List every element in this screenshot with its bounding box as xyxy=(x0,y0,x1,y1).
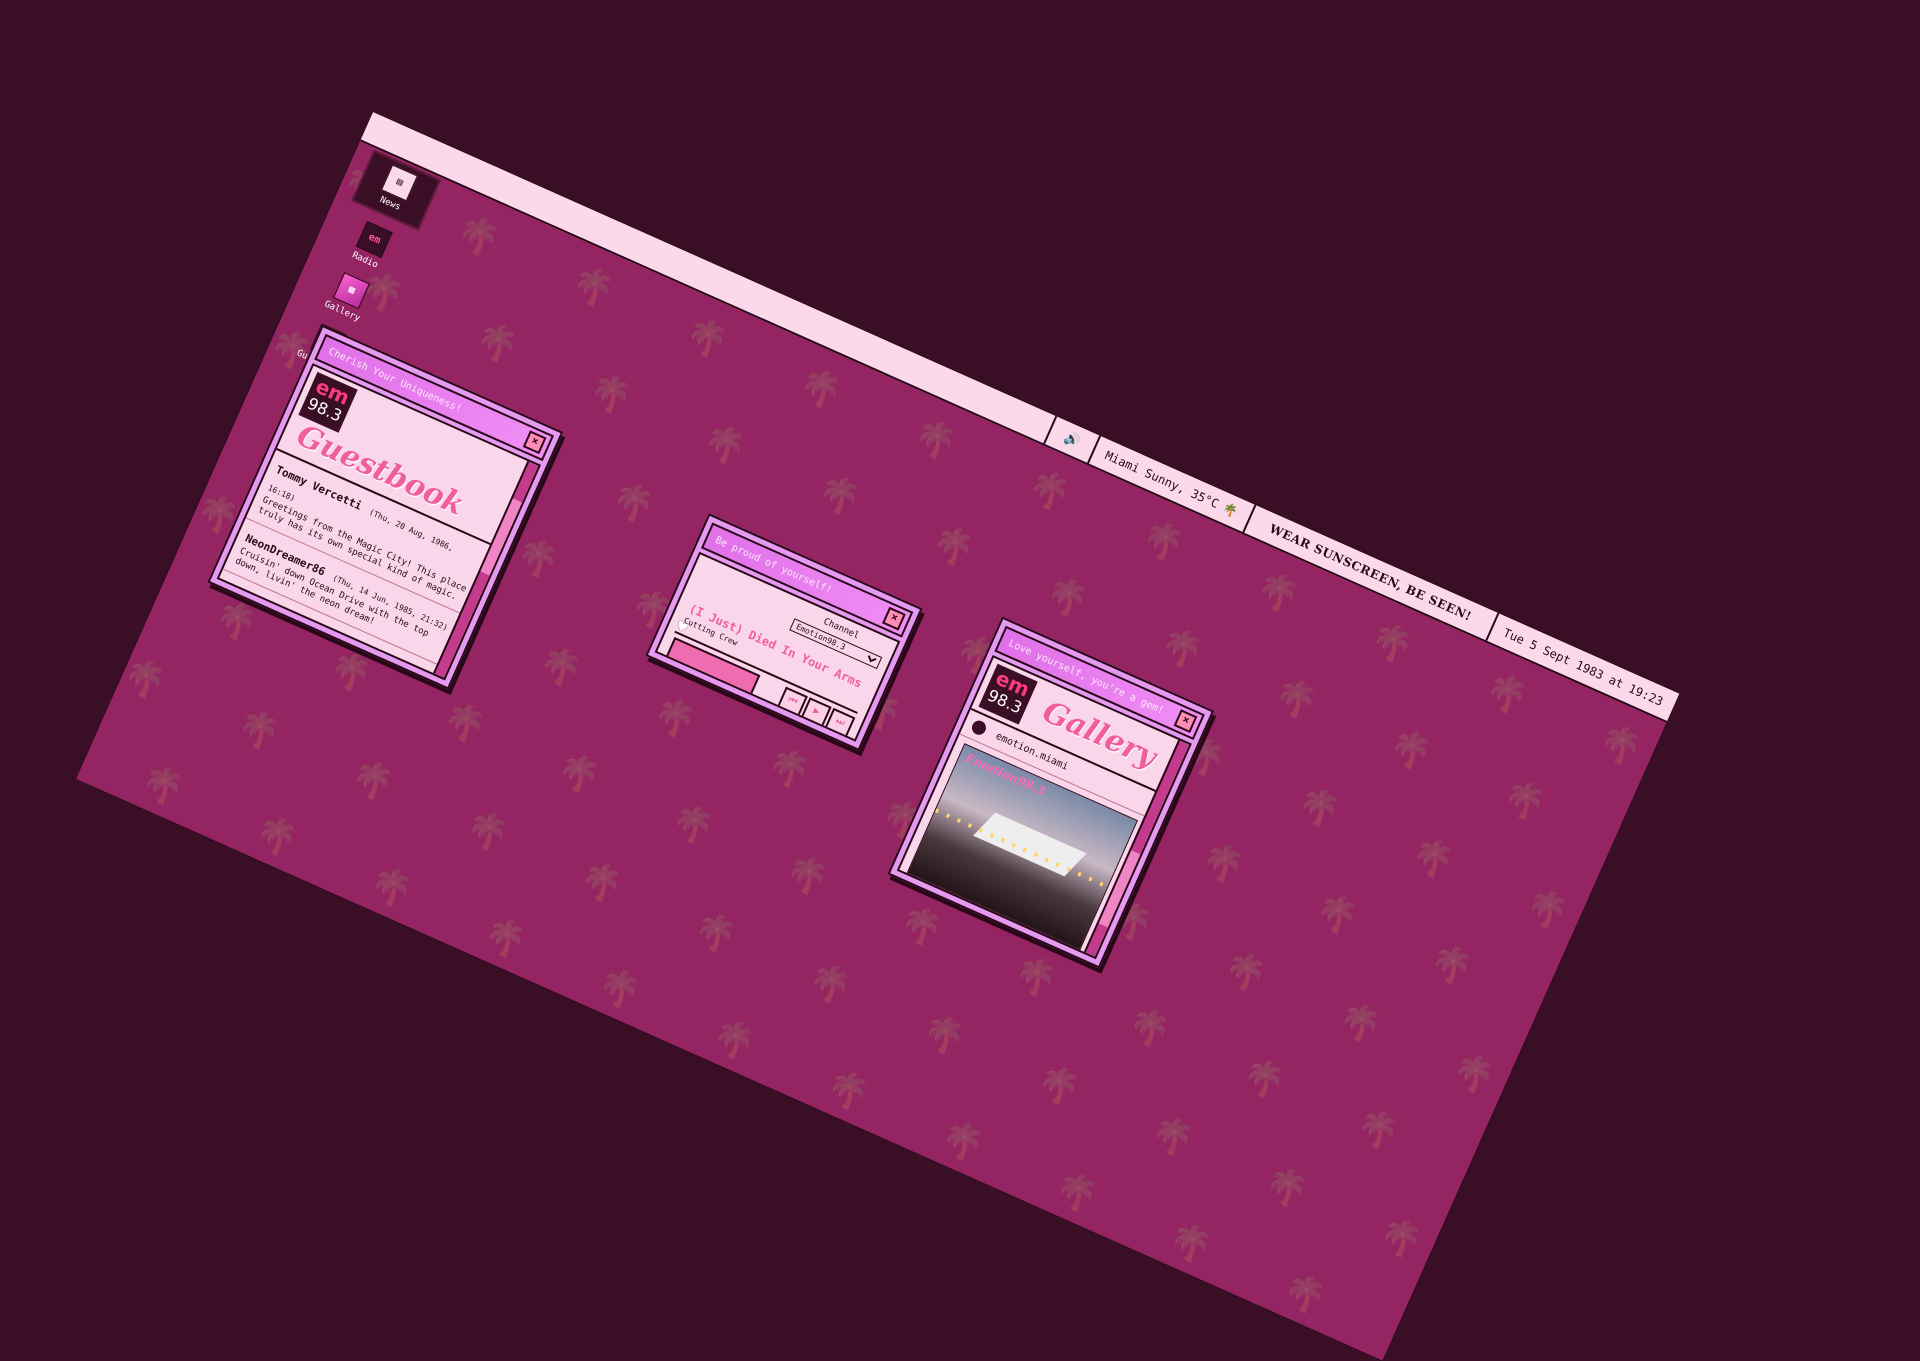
volume-bar[interactable] xyxy=(665,637,761,696)
palm-pattern-icon: 🌴 xyxy=(1135,513,1191,568)
weather-widget: Miami Sunny, 35°C 🌴 xyxy=(1086,435,1255,532)
palm-pattern-icon: 🌴 xyxy=(436,694,492,749)
palm-pattern-icon: 🌴 xyxy=(811,467,867,522)
palm-pattern-icon: 🌴 xyxy=(1592,716,1648,771)
palm-pattern-icon: 🌴 xyxy=(1519,881,1575,936)
palm-pattern-icon: 🌴 xyxy=(134,757,190,812)
palm-pattern-icon: 🌴 xyxy=(678,310,734,364)
palm-pattern-icon: 🌴 xyxy=(468,315,524,369)
palm-pattern-icon: 🌴 xyxy=(509,530,565,585)
palm-pattern-icon: 🌴 xyxy=(1217,944,1273,998)
palm-pattern-icon: 🌴 xyxy=(1039,569,1095,624)
palm-pattern-icon: 🌴 xyxy=(1249,564,1305,619)
palm-pattern-icon: 🌴 xyxy=(532,639,588,693)
close-icon[interactable]: × xyxy=(522,430,547,455)
emotion-logo: em 98.3 xyxy=(978,663,1038,725)
palm-pattern-icon: 🌴 xyxy=(605,474,661,529)
palm-pattern-icon: 🌴 xyxy=(1276,1266,1332,1320)
palm-pattern-icon: 🌴 xyxy=(1268,671,1324,725)
palm-pattern-icon: 🌴 xyxy=(1496,772,1552,827)
palm-pattern-icon: 🌴 xyxy=(1121,999,1177,1054)
palm-pattern-icon: 🌴 xyxy=(249,808,305,863)
radio-window[interactable]: Be proud of yourself! × Channel Emotion9… xyxy=(645,513,923,751)
radio-logo-icon: em xyxy=(355,221,393,259)
photo-lights xyxy=(934,808,1109,889)
palm-pattern-icon: 🌴 xyxy=(1162,1215,1218,1269)
palm-pattern-icon: 🌴 xyxy=(1144,1108,1200,1163)
desktop-icon-gallery[interactable]: ▦ Gallery xyxy=(308,264,389,331)
weather-text: Miami Sunny, 35°C xyxy=(1102,448,1221,512)
palm-pattern-icon: 🌴 xyxy=(1030,1057,1086,1112)
close-icon[interactable]: × xyxy=(882,606,906,631)
palm-pattern-icon: 🌴 xyxy=(925,518,981,573)
palm-pattern-icon: 🌴 xyxy=(820,1062,876,1117)
palm-pattern-icon: 🌴 xyxy=(1372,1210,1428,1265)
close-icon[interactable]: × xyxy=(1173,709,1198,734)
palm-pattern-icon: 🌴 xyxy=(459,803,515,858)
palm-pattern-icon: 🌴 xyxy=(1290,779,1346,834)
palm-pattern-icon: 🌴 xyxy=(345,752,401,807)
palm-pattern-icon: 🌴 xyxy=(450,208,506,263)
palm-pattern-icon: 🌴 xyxy=(1258,1159,1314,1214)
desktop-icon-radio[interactable]: em Radio xyxy=(331,213,412,280)
palm-pattern-icon: 🌴 xyxy=(1478,666,1534,720)
palm-pattern-icon: 🌴 xyxy=(1610,823,1666,878)
palm-pattern-icon: 🌴 xyxy=(363,859,419,914)
palm-pattern-icon: 🌴 xyxy=(697,416,753,471)
palm-pattern-icon: 🌴 xyxy=(550,745,606,800)
newspaper-icon: ▤ xyxy=(380,164,418,202)
slogan: WEAR SUNSCREEN, BE SEEN! xyxy=(1242,504,1498,640)
palm-pattern-icon: 🌴 xyxy=(573,854,629,909)
palm-pattern-icon: 🌴 xyxy=(1446,1045,1502,1100)
palm-pattern-icon: 🌴 xyxy=(907,411,963,466)
palm-pattern-icon: 🌴 xyxy=(1153,620,1209,674)
palm-pattern-icon: 🌴 xyxy=(760,740,816,795)
palm-pattern-icon: 🌴 xyxy=(646,689,702,744)
palm-pattern-icon: 🌴 xyxy=(1021,462,1077,517)
palm-pattern-icon: 🌴 xyxy=(564,259,620,314)
palm-pattern-icon: 🌴 xyxy=(705,1011,761,1066)
palm-pattern-icon: 🌴 xyxy=(1048,1164,1104,1219)
palm-pattern-icon: 🌴 xyxy=(1391,1316,1447,1361)
palm-pattern-icon: 🌴 xyxy=(1309,886,1365,941)
palm-pattern-icon: 🌴 xyxy=(1537,988,1593,1042)
palm-pattern-icon: 🌴 xyxy=(801,956,857,1010)
avatar xyxy=(969,718,989,737)
palm-pattern-icon: 🌴 xyxy=(934,1113,990,1168)
palm-tree-icon: 🌴 xyxy=(1220,500,1240,520)
desktop: 🌴 🌴 🌴 🌴 🌴 🌴 🌴 🌴 🌴 🌴 🌴 🌴 🌴 🌴 🌴 🌴 🌴 🌴 🌴 🌴 🌴 🌴 🌴 🌴 🌴 🌴 🌴 🌴 🌴 🌴 🌴 🌴 🌴 🌴 🌴 🌴 🌴 🌴 🌴 🌴… xyxy=(76,112,1680,1361)
gallery-icon: ▦ xyxy=(332,272,370,310)
palm-pattern-icon: 🌴 xyxy=(1464,1152,1520,1207)
palm-pattern-icon: 🌴 xyxy=(893,898,949,952)
palm-pattern-icon: 🌴 xyxy=(664,796,720,851)
palm-pattern-icon: 🌴 xyxy=(116,650,172,705)
palm-pattern-icon: 🌴 xyxy=(1382,721,1438,776)
palm-pattern-icon: 🌴 xyxy=(1364,615,1420,670)
palm-pattern-icon: 🌴 xyxy=(1423,937,1479,991)
palm-pattern-icon: 🌴 xyxy=(687,905,743,959)
palm-pattern-icon: 🌴 xyxy=(1194,835,1250,890)
guestbook-window[interactable]: Cherish Your Uniqueness! × em 98.3 Guestb… xyxy=(207,324,564,690)
palm-pattern-icon: 🌴 xyxy=(793,361,849,415)
palm-pattern-icon: 🌴 xyxy=(1350,1101,1406,1156)
palm-pattern-icon: 🌴 xyxy=(477,910,533,964)
clock: Tue 5 Sept 1983 at 19:23 xyxy=(1485,612,1680,722)
palm-pattern-icon: 🌴 xyxy=(1331,994,1387,1049)
palm-pattern-icon: 🌴 xyxy=(591,960,647,1015)
gallery-window[interactable]: Love yourself, you're a gem! × em 98.3 Ga… xyxy=(887,616,1215,969)
palm-pattern-icon: 🌴 xyxy=(1235,1050,1291,1105)
palm-pattern-icon: 🌴 xyxy=(230,701,286,756)
palm-pattern-icon: 🌴 xyxy=(582,365,638,420)
palm-pattern-icon: 🌴 xyxy=(916,1006,972,1061)
palm-pattern-icon: 🌴 xyxy=(1405,830,1461,885)
palm-pattern-icon: 🌴 xyxy=(779,847,835,902)
palm-pattern-icon: 🌴 xyxy=(1007,949,1063,1003)
